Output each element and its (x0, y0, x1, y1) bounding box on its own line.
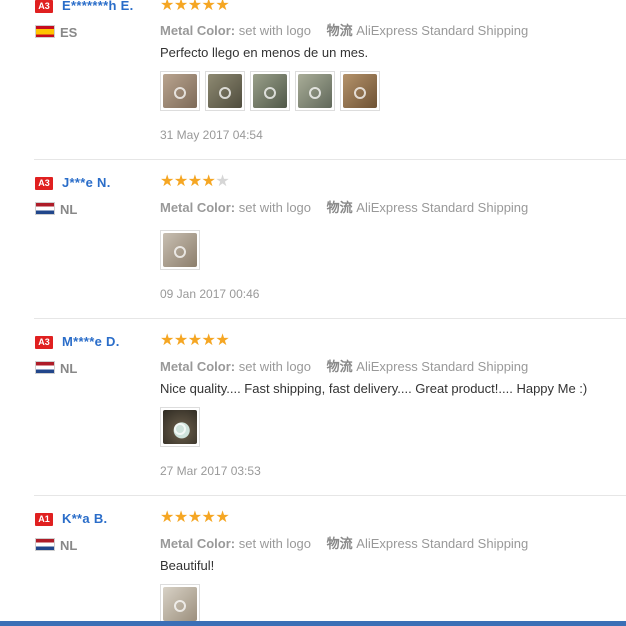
country-code: NL (60, 361, 78, 376)
star-icon: ★ (187, 509, 202, 526)
netherlands-flag-icon (35, 202, 55, 215)
review-photos (160, 71, 380, 111)
shipping-value: AliExpress Standard Shipping (356, 536, 529, 551)
review-photos (160, 230, 200, 270)
shipping-label: 物流 (326, 359, 353, 374)
star-icon: ★ (173, 0, 188, 14)
metal-color-value: set with logo (238, 359, 312, 374)
order-info: Metal Color: set with logo 物流 AliExpress… (160, 533, 528, 552)
review-photo-thumbnail[interactable] (160, 230, 200, 270)
reviewer-name[interactable]: J***e N. (62, 175, 111, 190)
star-icon: ★ (160, 0, 174, 14)
star-icon: ★ (187, 332, 202, 349)
star-icon: ★ (160, 332, 174, 349)
star-icon: ★ (201, 0, 216, 14)
review-text: Beautiful! (160, 558, 215, 573)
shipping-label: 物流 (326, 536, 353, 551)
metal-color-label: Metal Color: (160, 359, 236, 374)
order-info: Metal Color: set with logo 物流 AliExpress… (160, 197, 528, 216)
country-code: NL (60, 538, 78, 553)
spain-flag-icon (35, 25, 55, 38)
metal-color-value: set with logo (238, 23, 312, 38)
review-text: Perfecto llego en menos de un mes. (160, 45, 369, 60)
star-icon: ★ (215, 332, 230, 349)
star-icon: ★ (187, 173, 202, 190)
shipping-value: AliExpress Standard Shipping (356, 359, 529, 374)
review-photo-thumbnail[interactable] (160, 584, 200, 624)
star-rating: ★★★★★ (160, 173, 230, 190)
shipping-value: AliExpress Standard Shipping (356, 23, 529, 38)
reviewer-name[interactable]: M****e D. (62, 334, 120, 349)
bottom-bar (0, 621, 626, 626)
shipping-label: 物流 (326, 23, 353, 38)
review-photos (160, 407, 200, 447)
star-icon: ★ (201, 173, 216, 190)
star-rating: ★★★★★ (160, 509, 230, 526)
star-icon: ★ (215, 0, 230, 14)
metal-color-label: Metal Color: (160, 23, 236, 38)
review-photo-thumbnail[interactable] (160, 407, 200, 447)
divider (34, 318, 626, 319)
star-icon: ★ (160, 173, 174, 190)
review-photo-thumbnail[interactable] (295, 71, 335, 111)
buyer-level-badge: A3 (35, 336, 53, 349)
metal-color-label: Metal Color: (160, 200, 236, 215)
review-text: Nice quality.... Fast shipping, fast del… (160, 381, 588, 396)
review-photo-thumbnail[interactable] (340, 71, 380, 111)
star-rating: ★★★★★ (160, 332, 230, 349)
buyer-level-badge: A1 (35, 513, 53, 526)
review-date: 27 Mar 2017 03:53 (160, 464, 261, 478)
country-code: ES (60, 25, 78, 40)
review-date: 09 Jan 2017 00:46 (160, 287, 260, 301)
star-icon: ★ (201, 509, 216, 526)
reviewer-name[interactable]: K**a B. (62, 511, 107, 526)
star-icon: ★ (173, 173, 188, 190)
star-icon: ★ (173, 332, 188, 349)
buyer-level-badge: A3 (35, 0, 53, 13)
metal-color-value: set with logo (238, 536, 312, 551)
star-icon: ★ (173, 509, 188, 526)
buyer-level-badge: A3 (35, 177, 53, 190)
star-rating: ★★★★★ (160, 0, 230, 14)
star-icon: ★ (160, 509, 174, 526)
review-photo-thumbnail[interactable] (160, 71, 200, 111)
star-icon: ★ (187, 0, 202, 14)
divider (34, 159, 626, 160)
review-date: 31 May 2017 04:54 (160, 128, 263, 142)
shipping-value: AliExpress Standard Shipping (356, 200, 529, 215)
star-icon: ★ (215, 509, 230, 526)
netherlands-flag-icon (35, 361, 55, 374)
reviewer-name[interactable]: E*******h E. (62, 0, 134, 13)
review-photo-thumbnail[interactable] (205, 71, 245, 111)
metal-color-value: set with logo (238, 200, 312, 215)
review-photos (160, 584, 200, 624)
metal-color-label: Metal Color: (160, 536, 236, 551)
divider (34, 495, 626, 496)
star-empty-icon: ★ (215, 173, 230, 190)
netherlands-flag-icon (35, 538, 55, 551)
order-info: Metal Color: set with logo 物流 AliExpress… (160, 20, 528, 39)
country-code: NL (60, 202, 78, 217)
review-photo-thumbnail[interactable] (250, 71, 290, 111)
star-icon: ★ (201, 332, 216, 349)
order-info: Metal Color: set with logo 物流 AliExpress… (160, 356, 528, 375)
shipping-label: 物流 (326, 200, 353, 215)
